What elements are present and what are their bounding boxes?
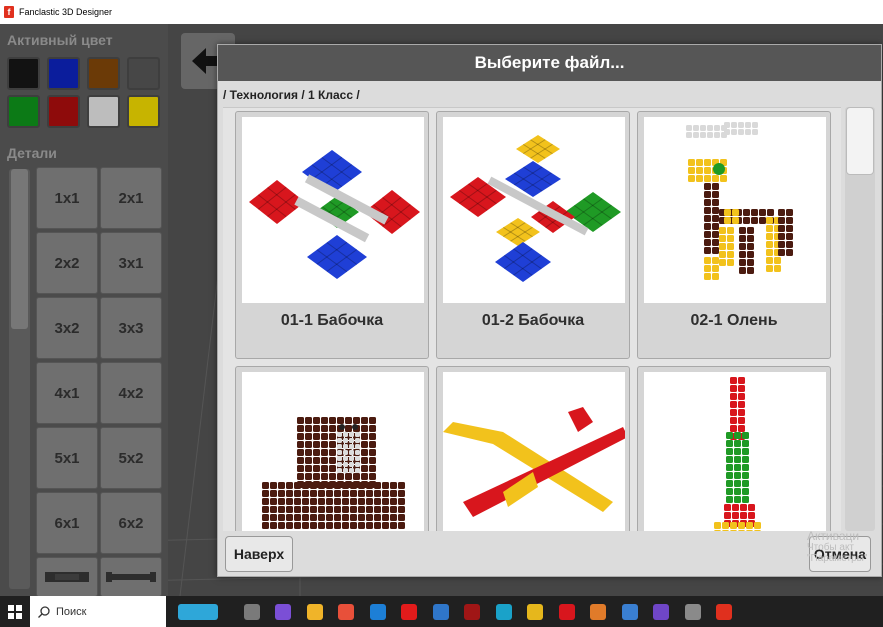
model-thumbnail-butterfly-1 bbox=[242, 117, 424, 303]
app-people-icon[interactable] bbox=[653, 604, 669, 620]
connector-long-icon bbox=[106, 572, 156, 582]
color-swatch[interactable] bbox=[47, 57, 80, 90]
explorer-icon[interactable] bbox=[527, 604, 543, 620]
part-button[interactable]: 5x1 bbox=[36, 427, 98, 489]
file-list-scrollbar[interactable] bbox=[845, 107, 875, 531]
file-name: 01-1 Бабочка bbox=[280, 312, 384, 329]
file-name: 02-1 Олень bbox=[690, 312, 778, 329]
part-button[interactable]: 3x1 bbox=[100, 232, 162, 294]
part-button[interactable]: 6x2 bbox=[100, 492, 162, 554]
model-thumbnail-airplane bbox=[443, 372, 625, 531]
connector-short-icon bbox=[45, 572, 89, 582]
yandex-icon[interactable] bbox=[401, 604, 417, 620]
photos-icon[interactable] bbox=[432, 604, 449, 620]
cancel-button[interactable]: Отмена bbox=[809, 536, 871, 572]
color-swatch[interactable] bbox=[7, 95, 40, 128]
model-preview-image bbox=[450, 135, 621, 282]
part-connector-short[interactable] bbox=[36, 557, 98, 596]
taskbar-search[interactable]: Поиск bbox=[30, 596, 166, 627]
left-panel: Активный цвет Детали 1x1 2x1 2x2 3x1 3x2 3x3 4… bbox=[0, 24, 168, 596]
up-button[interactable]: Наверх bbox=[225, 536, 293, 572]
file-card[interactable]: 01-1 Бабочка bbox=[235, 111, 429, 359]
model-preview-image bbox=[262, 417, 405, 529]
file-card[interactable] bbox=[637, 366, 831, 531]
model-thumbnail-butterfly-2 bbox=[443, 117, 625, 303]
part-button[interactable]: 4x1 bbox=[36, 362, 98, 424]
color-swatch[interactable] bbox=[7, 57, 40, 90]
model-thumbnail-walrus bbox=[242, 372, 424, 531]
color-swatch[interactable] bbox=[87, 95, 120, 128]
part-button[interactable]: 2x2 bbox=[36, 232, 98, 294]
file-card[interactable]: 01-2 Бабочка bbox=[436, 111, 630, 359]
app-area: Активный цвет Детали 1x1 2x1 2x2 3x1 3x2 3x3 4… bbox=[0, 24, 883, 596]
town-app-icon[interactable] bbox=[178, 604, 218, 620]
active-color-heading: Активный цвет bbox=[7, 32, 113, 48]
search-icon bbox=[38, 605, 50, 618]
part-connector-long[interactable] bbox=[100, 557, 162, 596]
windows-logo-icon bbox=[8, 604, 22, 619]
model-thumbnail-deer bbox=[644, 117, 826, 303]
window-title-bar: f Fanclastic 3D Designer bbox=[0, 0, 883, 24]
model-preview-image bbox=[714, 377, 761, 531]
edge-icon[interactable] bbox=[495, 604, 512, 620]
file-list-scrollbar-thumb[interactable] bbox=[846, 107, 874, 175]
mail-icon[interactable] bbox=[369, 604, 386, 620]
model-preview-image bbox=[249, 150, 420, 279]
app-logo-icon: f bbox=[4, 6, 14, 18]
part-button[interactable]: 3x3 bbox=[100, 297, 162, 359]
parts-scrollbar[interactable] bbox=[9, 169, 30, 589]
part-button[interactable]: 1x1 bbox=[36, 167, 98, 229]
search-placeholder: Поиск bbox=[56, 605, 87, 618]
part-button[interactable]: 6x1 bbox=[36, 492, 98, 554]
model-preview-image bbox=[443, 407, 625, 517]
app-bird-icon[interactable] bbox=[684, 604, 701, 620]
file-grid: 01-1 Бабочка 01-2 Бабочка 02-1 Олень bbox=[223, 107, 841, 531]
screen: f Fanclastic 3D Designer Активный цвет Д… bbox=[0, 0, 883, 627]
app-purple-icon[interactable] bbox=[275, 604, 291, 620]
model-thumbnail-rocket bbox=[644, 372, 826, 531]
start-button[interactable] bbox=[0, 596, 30, 627]
store-icon[interactable] bbox=[306, 604, 323, 620]
app-orange-icon[interactable] bbox=[590, 604, 606, 620]
part-button[interactable]: 5x2 bbox=[100, 427, 162, 489]
fanclastic-icon[interactable] bbox=[716, 604, 732, 620]
color-swatch[interactable] bbox=[127, 95, 160, 128]
file-card[interactable] bbox=[436, 366, 630, 531]
file-name: 01-2 Бабочка bbox=[481, 312, 585, 329]
color-swatch[interactable] bbox=[47, 95, 80, 128]
parts-heading: Детали bbox=[7, 145, 57, 161]
file-card[interactable] bbox=[235, 366, 429, 531]
part-button[interactable]: 2x1 bbox=[100, 167, 162, 229]
dialog-title: Выберите файл... bbox=[218, 45, 881, 81]
app-red-icon[interactable] bbox=[464, 604, 480, 620]
gallery-icon[interactable] bbox=[621, 604, 638, 620]
color-swatch[interactable] bbox=[127, 57, 160, 90]
file-dialog: Выберите файл... / Технология / 1 Класс … bbox=[217, 44, 882, 577]
yandex-browser-icon[interactable] bbox=[558, 604, 575, 620]
color-swatch[interactable] bbox=[87, 57, 120, 90]
part-button[interactable]: 4x2 bbox=[100, 362, 162, 424]
parts-scrollbar-thumb[interactable] bbox=[11, 169, 28, 329]
window-title: Fanclastic 3D Designer bbox=[19, 7, 113, 17]
breadcrumb: / Технология / 1 Класс / bbox=[223, 88, 360, 102]
part-button[interactable]: 3x2 bbox=[36, 297, 98, 359]
task-view-icon[interactable] bbox=[243, 604, 260, 620]
file-card[interactable]: 02-1 Олень bbox=[637, 111, 831, 359]
chrome-icon[interactable] bbox=[338, 604, 354, 620]
model-preview-image bbox=[686, 122, 793, 280]
